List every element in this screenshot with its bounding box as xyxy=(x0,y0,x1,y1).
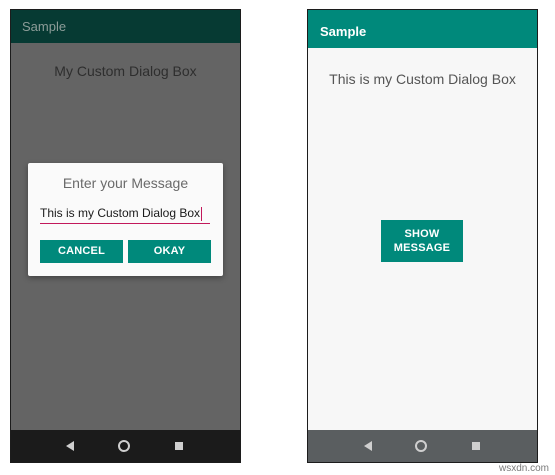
phone-screen-dialog: Sample My Custom Dialog Box Enter your M… xyxy=(10,9,241,463)
text-cursor xyxy=(201,206,203,221)
back-icon[interactable] xyxy=(66,441,74,451)
app-title: Sample xyxy=(320,24,367,39)
app-title: Sample xyxy=(22,19,67,34)
show-message-button[interactable]: SHOW MESSAGE xyxy=(381,220,463,262)
cancel-button[interactable]: CANCEL xyxy=(40,240,123,263)
recents-icon[interactable] xyxy=(175,442,183,450)
watermark: wsxdn.com xyxy=(498,463,549,474)
app-bar: Sample xyxy=(11,10,240,43)
dialog-title: Enter your Message xyxy=(62,175,189,191)
home-icon[interactable] xyxy=(118,440,130,452)
phone-screen-main: Sample This is my Custom Dialog Box SHOW… xyxy=(307,9,538,463)
back-icon[interactable] xyxy=(364,441,372,451)
home-icon[interactable] xyxy=(415,440,427,452)
custom-dialog: Enter your Message This is my Custom Dia… xyxy=(28,163,223,276)
main-heading: This is my Custom Dialog Box xyxy=(329,71,516,87)
app-bar: Sample xyxy=(308,10,537,48)
navigation-bar xyxy=(11,430,240,462)
recents-icon[interactable] xyxy=(472,442,480,450)
message-input[interactable]: This is my Custom Dialog Box xyxy=(40,203,210,224)
message-input-value: This is my Custom Dialog Box xyxy=(40,206,201,220)
okay-button[interactable]: OKAY xyxy=(128,240,211,263)
navigation-bar xyxy=(308,430,537,462)
main-heading: My Custom Dialog Box xyxy=(54,63,197,79)
